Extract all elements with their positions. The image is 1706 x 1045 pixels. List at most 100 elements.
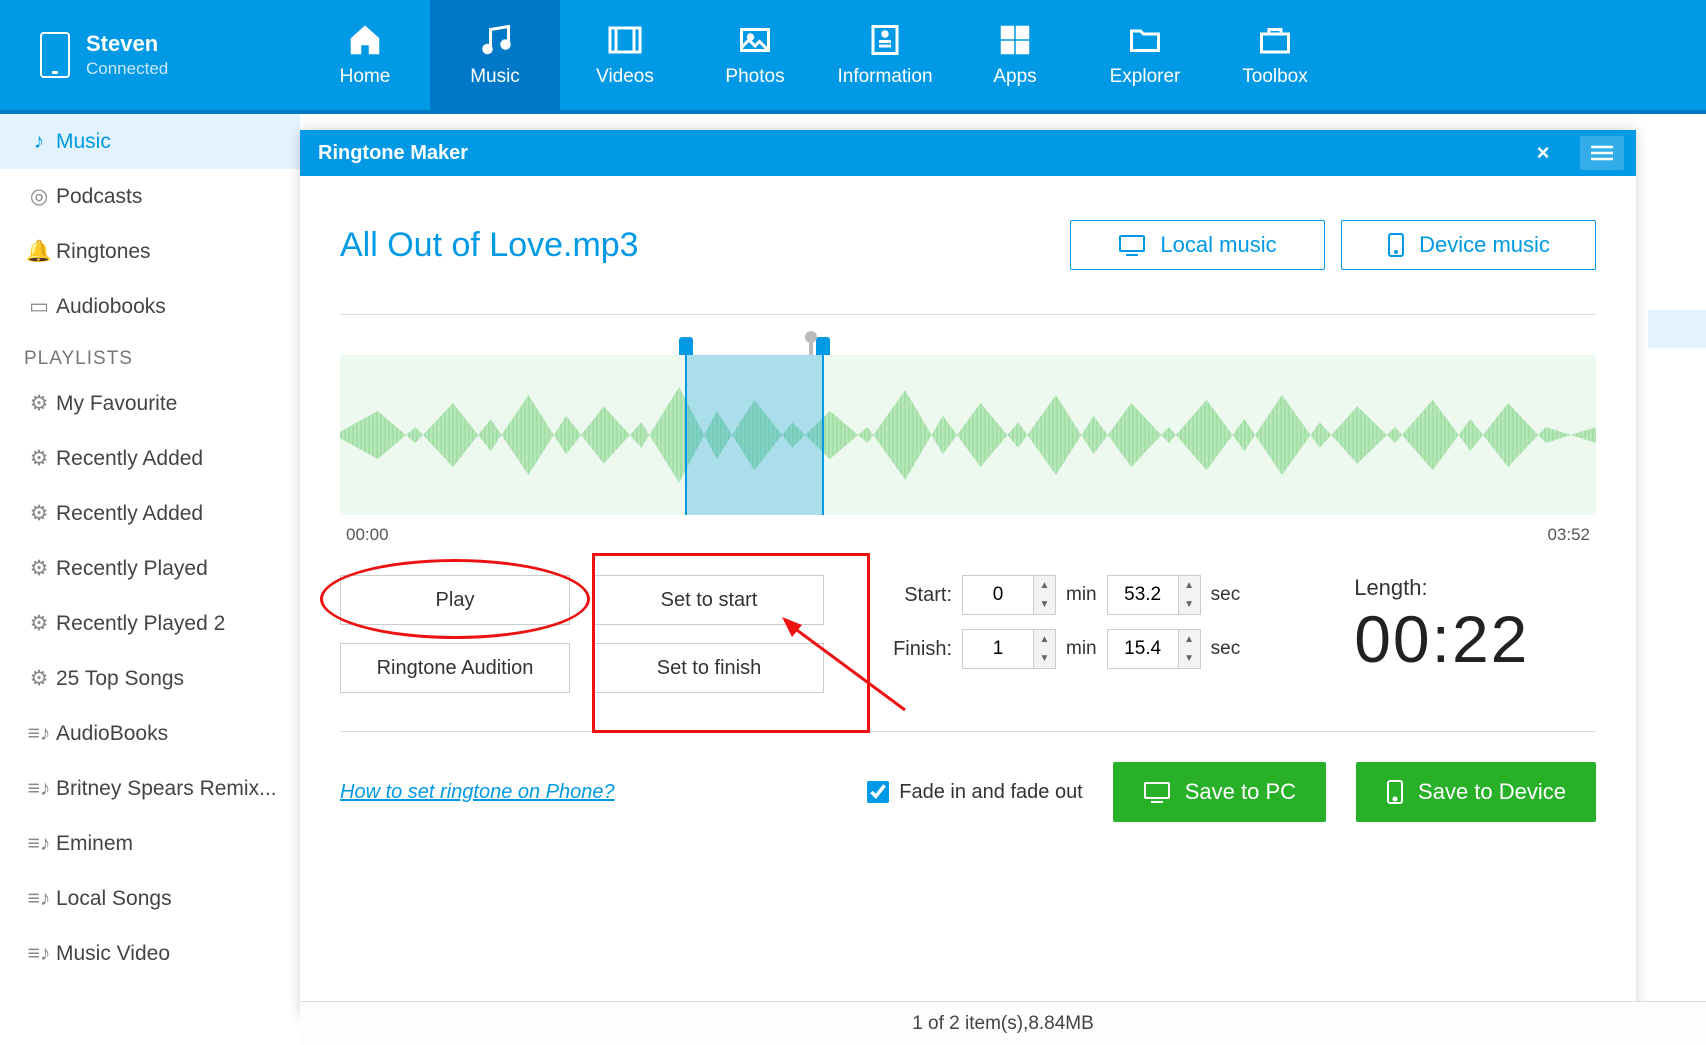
gear-icon: ⚙	[28, 448, 50, 470]
playlist-item[interactable]: ⚙25 Top Songs	[0, 651, 300, 706]
finish-label: Finish:	[872, 638, 952, 661]
device-music-button[interactable]: Device music	[1341, 220, 1596, 270]
dialog-title-text: Ringtone Maker	[318, 142, 468, 165]
photos-icon	[737, 22, 773, 58]
podcast-icon: ◎	[28, 186, 50, 208]
set-to-start-button[interactable]: Set to start	[594, 575, 824, 625]
playlist-item[interactable]: ≡♪Music Video	[0, 926, 300, 981]
playlist-item[interactable]: ≡♪Local Songs	[0, 871, 300, 926]
help-link[interactable]: How to set ringtone on Phone?	[340, 781, 615, 804]
start-sec-input[interactable]	[1107, 575, 1179, 615]
tab-information[interactable]: Information	[820, 0, 950, 110]
save-to-device-button[interactable]: Save to Device	[1356, 762, 1596, 822]
set-to-finish-button[interactable]: Set to finish	[594, 643, 824, 693]
list-icon: ≡♪	[28, 943, 50, 965]
top-header: Steven Connected HomeMusicVideosPhotosIn…	[0, 0, 1706, 110]
background-list-hint	[1648, 210, 1706, 390]
tab-music[interactable]: Music	[430, 0, 560, 110]
ringtone-audition-button[interactable]: Ringtone Audition	[340, 643, 570, 693]
tab-toolbox[interactable]: Toolbox	[1210, 0, 1340, 110]
length-value: 00:22	[1354, 601, 1529, 677]
gear-icon: ⚙	[28, 613, 50, 635]
playlists-header: PLAYLISTS	[0, 334, 300, 376]
gear-icon: ⚙	[28, 393, 50, 415]
playlist-item[interactable]: ⚙Recently Added	[0, 431, 300, 486]
start-sec-spinner[interactable]: ▲▼	[1179, 575, 1201, 615]
book-icon: ▭	[28, 296, 50, 318]
device-info: Steven Connected	[0, 0, 300, 110]
list-icon: ≡♪	[28, 723, 50, 745]
videos-icon	[607, 22, 643, 58]
unit-sec: sec	[1211, 584, 1241, 606]
sidebar: ♪Music◎Podcasts🔔Ringtones▭AudiobooksPLAY…	[0, 114, 300, 1045]
playlist-item[interactable]: ≡♪AudioBooks	[0, 706, 300, 761]
apps-icon	[997, 22, 1033, 58]
tab-explorer[interactable]: Explorer	[1080, 0, 1210, 110]
main-area: Ringtone Maker × All Out of Love.mp3 Loc…	[300, 114, 1706, 1045]
finish-min-input[interactable]	[962, 629, 1034, 669]
information-icon	[867, 22, 903, 58]
gear-icon: ⚙	[28, 558, 50, 580]
local-music-label: Local music	[1160, 232, 1276, 258]
local-music-button[interactable]: Local music	[1070, 220, 1325, 270]
sidebar-item-podcasts[interactable]: ◎Podcasts	[0, 169, 300, 224]
phone-icon	[40, 32, 70, 78]
waveform[interactable]	[340, 355, 1596, 515]
list-icon: ≡♪	[28, 778, 50, 800]
waveform-selection[interactable]	[685, 355, 823, 515]
finish-sec-input[interactable]	[1107, 629, 1179, 669]
music-icon	[477, 22, 513, 58]
explorer-icon	[1127, 22, 1163, 58]
toolbox-icon	[1257, 22, 1293, 58]
ringtone-maker-dialog: Ringtone Maker × All Out of Love.mp3 Loc…	[300, 130, 1636, 1016]
playlist-item[interactable]: ⚙Recently Added	[0, 486, 300, 541]
music-note-icon: ♪	[28, 131, 50, 153]
tab-videos[interactable]: Videos	[560, 0, 690, 110]
playlist-item[interactable]: ≡♪Britney Spears Remix...	[0, 761, 300, 816]
sidebar-item-ringtones[interactable]: 🔔Ringtones	[0, 224, 300, 279]
playlist-item[interactable]: ⚙Recently Played	[0, 541, 300, 596]
save-to-pc-button[interactable]: Save to PC	[1113, 762, 1326, 822]
waveform-end-time: 03:52	[1547, 525, 1590, 545]
tab-home[interactable]: Home	[300, 0, 430, 110]
start-min-input[interactable]	[962, 575, 1034, 615]
start-label: Start:	[872, 584, 952, 607]
unit-min: min	[1066, 584, 1097, 606]
list-icon: ≡♪	[28, 833, 50, 855]
playlist-item[interactable]: ⚙Recently Played 2	[0, 596, 300, 651]
gear-icon: ⚙	[28, 668, 50, 690]
home-icon	[347, 22, 383, 58]
tab-apps[interactable]: Apps	[950, 0, 1080, 110]
close-icon[interactable]: ×	[1520, 130, 1566, 176]
fade-label: Fade in and fade out	[899, 781, 1082, 804]
playlist-item[interactable]: ⚙My Favourite	[0, 376, 300, 431]
device-music-label: Device music	[1419, 232, 1550, 258]
device-status: Connected	[86, 59, 168, 79]
start-min-spinner[interactable]: ▲▼	[1034, 575, 1056, 615]
playhead-icon[interactable]	[805, 331, 817, 343]
unit-sec2: sec	[1211, 638, 1241, 660]
finish-min-spinner[interactable]: ▲▼	[1034, 629, 1056, 669]
unit-min2: min	[1066, 638, 1097, 660]
sidebar-item-music[interactable]: ♪Music	[0, 114, 300, 169]
current-file-name: All Out of Love.mp3	[340, 226, 639, 265]
waveform-start-time: 00:00	[346, 525, 389, 545]
status-bar: 1 of 2 item(s),8.84MB	[300, 1001, 1706, 1045]
hamburger-menu-icon[interactable]	[1580, 136, 1624, 170]
device-name: Steven	[86, 31, 168, 57]
tab-photos[interactable]: Photos	[690, 0, 820, 110]
play-button[interactable]: Play	[340, 575, 570, 625]
dialog-titlebar: Ringtone Maker ×	[300, 130, 1636, 176]
gear-icon: ⚙	[28, 503, 50, 525]
list-icon: ≡♪	[28, 888, 50, 910]
sidebar-item-audiobooks[interactable]: ▭Audiobooks	[0, 279, 300, 334]
bell-icon: 🔔	[28, 241, 50, 263]
save-pc-label: Save to PC	[1185, 779, 1296, 805]
length-label: Length:	[1354, 575, 1529, 601]
fade-checkbox-wrap[interactable]: Fade in and fade out	[867, 781, 1082, 804]
finish-sec-spinner[interactable]: ▲▼	[1179, 629, 1201, 669]
playlist-item[interactable]: ≡♪Eminem	[0, 816, 300, 871]
save-device-label: Save to Device	[1418, 779, 1566, 805]
main-tabs: HomeMusicVideosPhotosInformationAppsExpl…	[300, 0, 1340, 110]
fade-checkbox[interactable]	[867, 781, 889, 803]
